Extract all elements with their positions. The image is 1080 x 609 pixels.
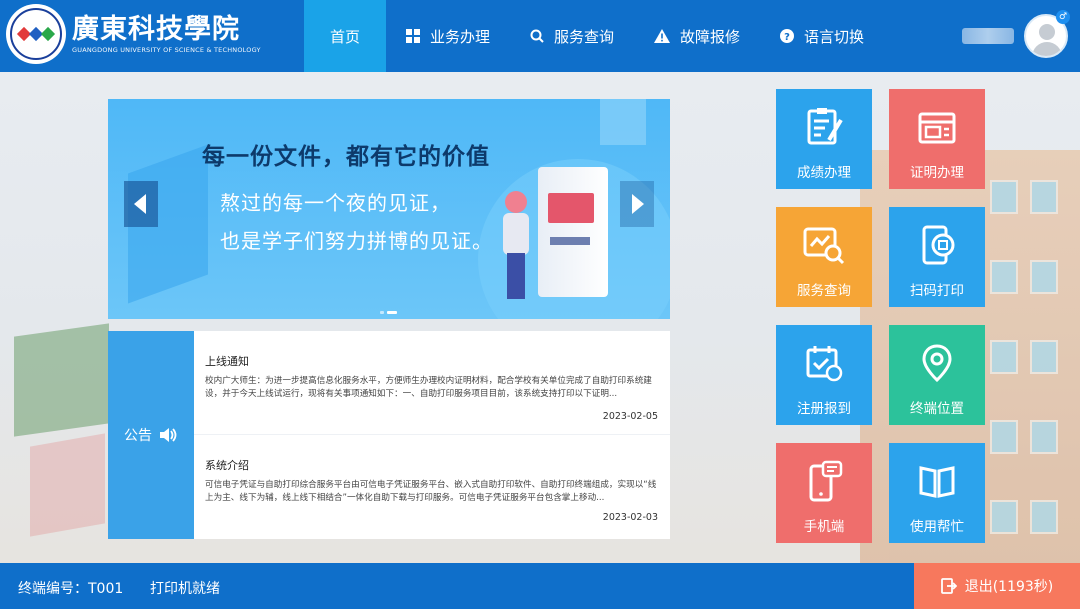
carousel-dot[interactable] xyxy=(380,311,384,314)
top-bar: 廣東科技學院 GUANGDONG UNIVERSITY OF SCIENCE &… xyxy=(0,0,1080,72)
tile-label: 证明办理 xyxy=(910,165,964,181)
kiosk-illustration xyxy=(538,167,608,297)
tile-service-query[interactable]: 服务查询 xyxy=(776,207,872,307)
exit-button[interactable]: 退出(1193秒) xyxy=(914,563,1080,609)
male-icon: ♂ xyxy=(1056,10,1070,24)
user-area[interactable]: ♂ xyxy=(962,10,1070,58)
banner-line2: 也是学子们努力拼博的见证。 xyxy=(220,229,493,253)
terminal-id: 终端编号：T001 xyxy=(18,581,124,597)
announcement-title: 上线通知 xyxy=(205,355,249,368)
tile-scan-print[interactable]: 扫码打印 xyxy=(889,207,985,307)
svg-text:?: ? xyxy=(784,32,790,43)
main-nav: 首页 业务办理 服务查询 故障报修 ? 语言切换 xyxy=(304,0,884,72)
service-search-icon xyxy=(802,221,846,269)
banner-title: 每一份文件，都有它的价值 xyxy=(202,144,490,170)
nav-business-label: 业务办理 xyxy=(430,27,491,46)
banner-prev-button[interactable] xyxy=(124,181,158,227)
tile-certificate[interactable]: 证明办理 xyxy=(889,89,985,189)
tile-mobile[interactable]: 手机端 xyxy=(776,443,872,543)
tile-grades[interactable]: 成绩办理 xyxy=(776,89,872,189)
announcement-date: 2023-02-05 xyxy=(602,411,658,422)
announcement-label: 公告 xyxy=(124,428,152,444)
tile-location[interactable]: 终端位置 xyxy=(889,325,985,425)
help-icon: ? xyxy=(780,29,795,43)
tile-label: 服务查询 xyxy=(797,283,851,299)
banner-carousel[interactable]: 每一份文件，都有它的价值 熬过的每一个夜的见证， 也是学子们努力拼博的见证。 xyxy=(108,99,670,319)
nav-service-query[interactable]: 服务查询 xyxy=(510,0,634,72)
nav-home-label: 首页 xyxy=(329,27,360,46)
announcement-title: 系统介绍 xyxy=(205,459,249,472)
banner-decoration xyxy=(600,99,646,145)
grid-icon xyxy=(406,29,420,43)
background-sign xyxy=(30,433,105,537)
location-icon xyxy=(916,339,958,387)
nav-language-label: 语言切换 xyxy=(804,27,865,46)
announcement-body: 校内广大师生：为进一步提高信息化服务水平，方便师生办理校内证明材料，配合学校有关… xyxy=(205,376,652,399)
carousel-indicators xyxy=(380,311,397,314)
chevron-right-icon xyxy=(632,194,644,214)
tile-label: 使用帮忙 xyxy=(910,519,964,535)
nav-repair-label: 故障报修 xyxy=(680,27,741,46)
banner-next-button[interactable] xyxy=(620,181,654,227)
announcement-panel: 公告 上线通知 校内广大师生：为进一步提高信息化服务水平，方便师生办理校内证明材… xyxy=(108,331,670,539)
announcement-date: 2023-02-03 xyxy=(602,512,658,523)
school-name-cn: 廣東科技學院 xyxy=(72,13,240,45)
school-logo: 廣東科技學院 GUANGDONG UNIVERSITY OF SCIENCE &… xyxy=(6,4,261,64)
student-illustration xyxy=(503,191,529,301)
certificate-icon xyxy=(916,103,958,151)
nav-home[interactable]: 首页 xyxy=(304,0,386,72)
logout-icon xyxy=(940,578,957,594)
banner-line1: 熬过的每一个夜的见证， xyxy=(220,191,451,215)
nav-business[interactable]: 业务办理 xyxy=(386,0,510,72)
tile-register[interactable]: 注册报到 xyxy=(776,325,872,425)
warning-icon xyxy=(654,29,671,43)
announcement-tag: 公告 xyxy=(108,331,194,539)
search-icon xyxy=(530,29,544,43)
nav-service-query-label: 服务查询 xyxy=(554,27,615,46)
tile-label: 注册报到 xyxy=(797,401,851,417)
tile-label: 终端位置 xyxy=(910,401,964,417)
bottom-bar: 终端编号：T001 打印机就绪 退出(1193秒) xyxy=(0,563,1080,609)
speaker-icon xyxy=(160,427,178,443)
carousel-dot-active[interactable] xyxy=(387,311,397,314)
register-icon xyxy=(803,339,845,387)
announcement-item[interactable]: 系统介绍 可信电子凭证与自助打印综合服务平台由可信电子凭证服务平台、嵌入式自助打… xyxy=(194,435,670,539)
user-name-blurred xyxy=(962,28,1014,44)
scan-print-icon xyxy=(916,221,958,269)
school-name-en: GUANGDONG UNIVERSITY OF SCIENCE & TECHNO… xyxy=(72,45,261,54)
announcement-item[interactable]: 上线通知 校内广大师生：为进一步提高信息化服务水平，方便师生办理校内证明材料，配… xyxy=(194,331,670,435)
tile-label: 成绩办理 xyxy=(797,165,851,181)
announcement-body: 可信电子凭证与自助打印综合服务平台由可信电子凭证服务平台、嵌入式自助打印软件、自… xyxy=(205,480,657,503)
mobile-icon xyxy=(803,457,845,505)
background-sign xyxy=(14,323,109,437)
tile-label: 手机端 xyxy=(803,519,845,535)
school-emblem-icon xyxy=(6,4,66,64)
help-book-icon xyxy=(916,457,958,505)
nav-language[interactable]: ? 语言切换 xyxy=(760,0,884,72)
printer-status: 打印机就绪 xyxy=(150,581,220,597)
nav-repair[interactable]: 故障报修 xyxy=(634,0,760,72)
tile-label: 扫码打印 xyxy=(910,283,964,299)
chevron-left-icon xyxy=(134,194,146,214)
exit-label: 退出(1193秒) xyxy=(964,579,1054,595)
tile-help[interactable]: 使用帮忙 xyxy=(889,443,985,543)
grade-doc-icon xyxy=(803,103,845,151)
